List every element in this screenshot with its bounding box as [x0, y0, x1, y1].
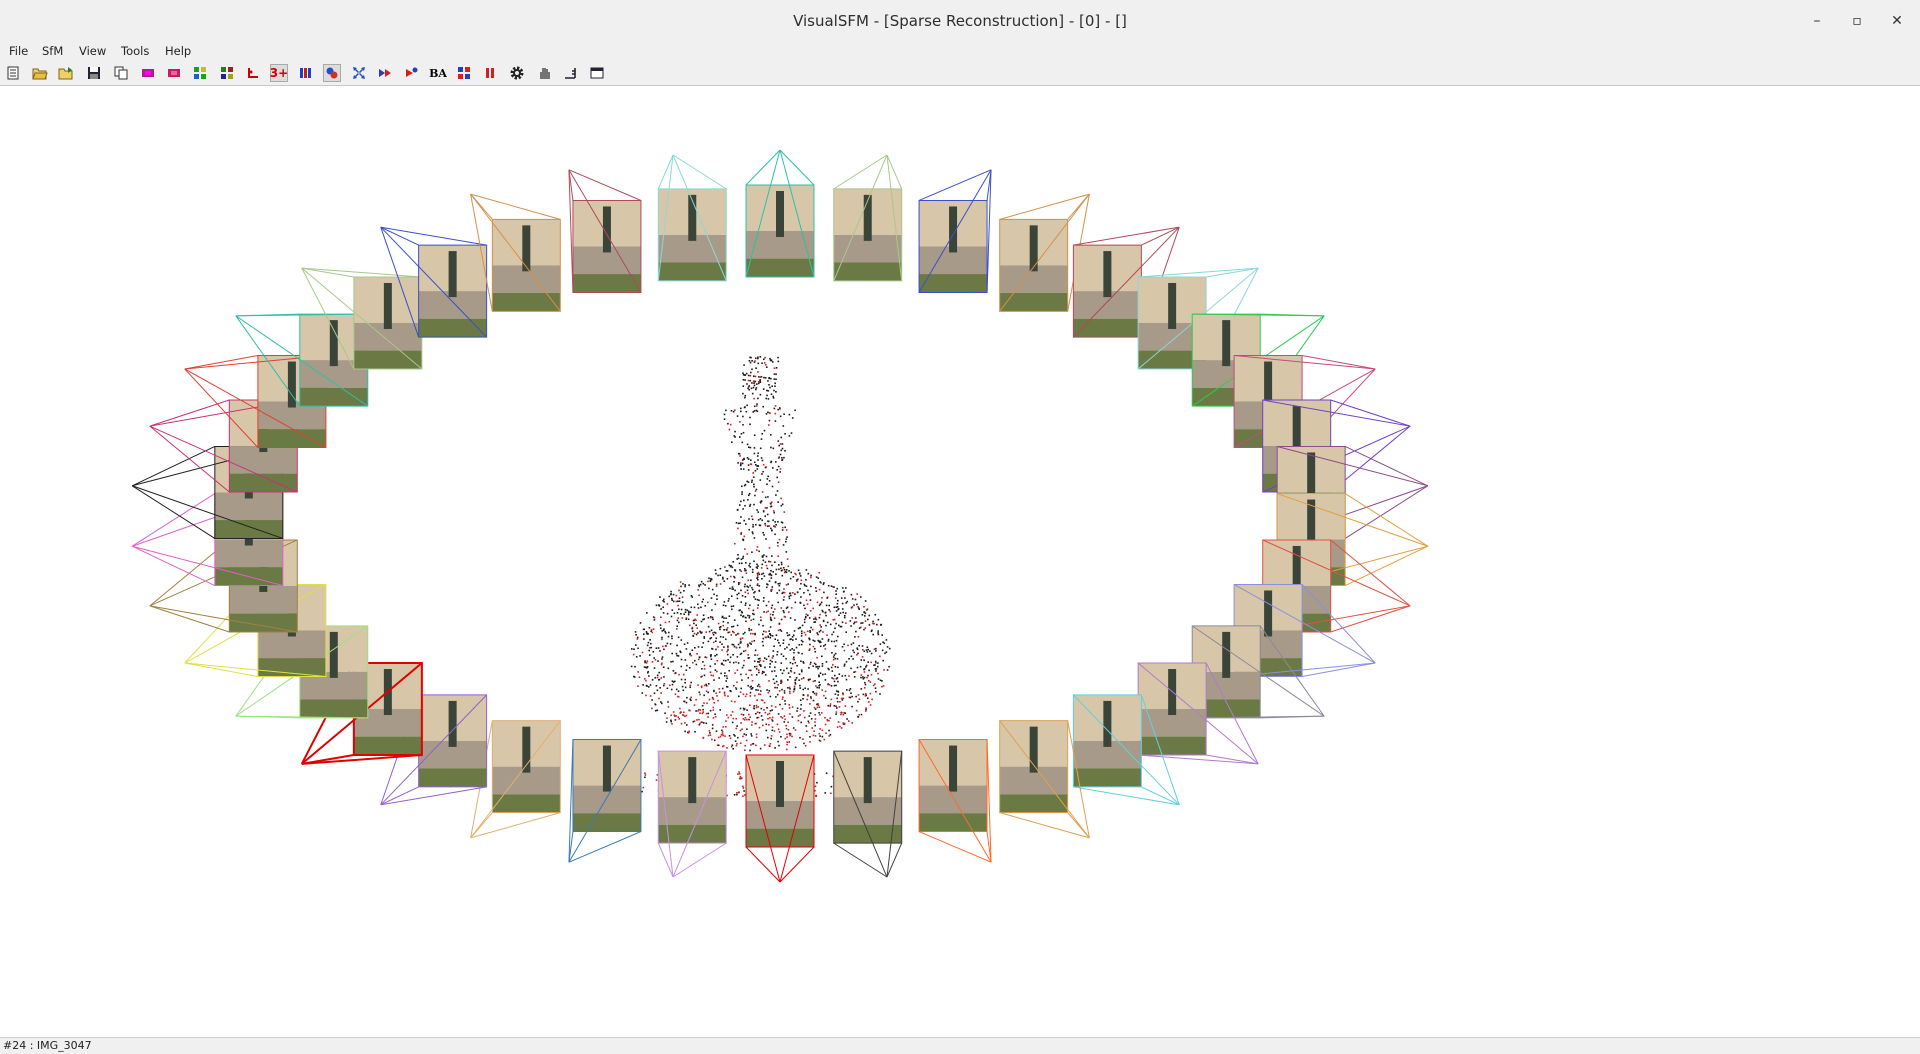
camera-frustum[interactable]	[833, 154, 903, 282]
camera-frustum[interactable]	[745, 754, 815, 883]
dense-reconstruction-icon[interactable]	[402, 64, 420, 82]
menu-view[interactable]: View	[79, 44, 106, 58]
camera-frustum[interactable]	[568, 739, 642, 863]
minimize-button[interactable]: –	[1806, 10, 1828, 32]
save-icon[interactable]	[85, 64, 103, 82]
camera-ring	[131, 149, 1429, 883]
camera-frustum[interactable]	[918, 739, 992, 863]
ruler-icon[interactable]	[561, 64, 579, 82]
camera-frustum[interactable]	[657, 750, 727, 878]
maximize-button[interactable]: ▫	[1846, 10, 1868, 32]
sparse-reconstruction-scene[interactable]	[0, 86, 1920, 1037]
pause-icon[interactable]	[481, 64, 499, 82]
menu-file[interactable]: File	[9, 44, 28, 58]
toolbar: 3+ BA	[0, 60, 1920, 86]
fit-view-icon[interactable]	[350, 64, 368, 82]
window-icon[interactable]	[588, 64, 606, 82]
camera-frustum[interactable]	[657, 154, 727, 282]
status-text: #24 : IMG_3047	[3, 1039, 92, 1052]
title-bar: VisualSFM - [Sparse Reconstruction] - [0…	[0, 0, 1920, 42]
menu-sfm[interactable]: SfM	[42, 44, 63, 58]
camera-frustum[interactable]	[568, 169, 642, 293]
menu-tools[interactable]: Tools	[121, 44, 149, 58]
new-log-icon[interactable]	[4, 64, 22, 82]
hand-icon[interactable]	[535, 64, 553, 82]
close-button[interactable]: ✕	[1886, 10, 1908, 32]
show-match-matrix-icon[interactable]	[191, 64, 209, 82]
menu-bar: File SfM View Tools Help	[0, 42, 1920, 60]
point-cloud	[619, 356, 903, 798]
camera-frustum[interactable]	[745, 149, 815, 278]
cmvs-icon[interactable]	[455, 64, 473, 82]
camera-frustum[interactable]	[235, 313, 369, 407]
camera-frustum[interactable]	[918, 169, 992, 293]
copy-icon[interactable]	[112, 64, 130, 82]
settings-icon[interactable]	[508, 64, 526, 82]
open-multi-icon[interactable]	[57, 64, 75, 82]
sparse-reconstruction-icon[interactable]	[323, 64, 341, 82]
compute-missing-match-icon[interactable]	[165, 64, 183, 82]
window-title: VisualSFM - [Sparse Reconstruction] - [0…	[793, 12, 1127, 30]
bundle-adjustment-button[interactable]: BA	[429, 64, 447, 82]
3d-viewport[interactable]	[0, 86, 1920, 1037]
pairwise-match-icon[interactable]	[139, 64, 157, 82]
open-icon[interactable]	[31, 64, 49, 82]
three-plus-icon[interactable]: 3+	[270, 64, 288, 82]
feature-icon[interactable]	[244, 64, 262, 82]
n-view-icon[interactable]	[297, 64, 315, 82]
camera-frustum[interactable]	[1191, 625, 1325, 719]
image-thumbnail-icon[interactable]	[218, 64, 236, 82]
camera-frustum[interactable]	[833, 750, 903, 878]
resume-reconstruction-icon[interactable]	[376, 64, 394, 82]
menu-help[interactable]: Help	[165, 44, 191, 58]
status-bar: #24 : IMG_3047	[0, 1037, 1920, 1054]
